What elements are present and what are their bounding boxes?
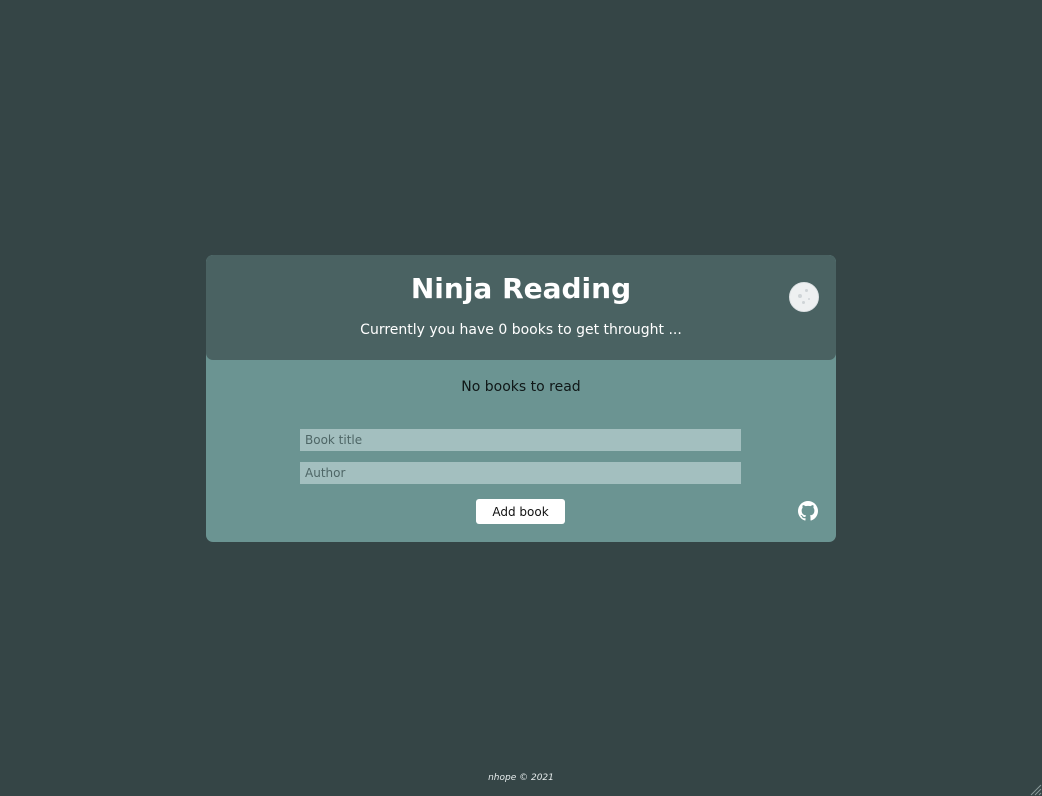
moon-icon[interactable] [789, 282, 819, 312]
page-title: Ninja Reading [410, 272, 632, 305]
add-book-button[interactable]: Add book [476, 499, 565, 524]
github-icon[interactable] [798, 501, 818, 521]
empty-list-message: No books to read [461, 379, 581, 395]
books-count-subtitle: Currently you have 0 books to get throug… [360, 322, 682, 338]
author-input[interactable] [300, 462, 741, 484]
book-title-input[interactable] [300, 429, 741, 451]
card-header: Ninja Reading Currently you have 0 books… [206, 255, 836, 360]
footer-copyright: nhope © 2021 [488, 773, 554, 783]
resize-grip-icon[interactable] [1030, 784, 1042, 796]
app-card: Ninja Reading Currently you have 0 books… [206, 255, 836, 542]
